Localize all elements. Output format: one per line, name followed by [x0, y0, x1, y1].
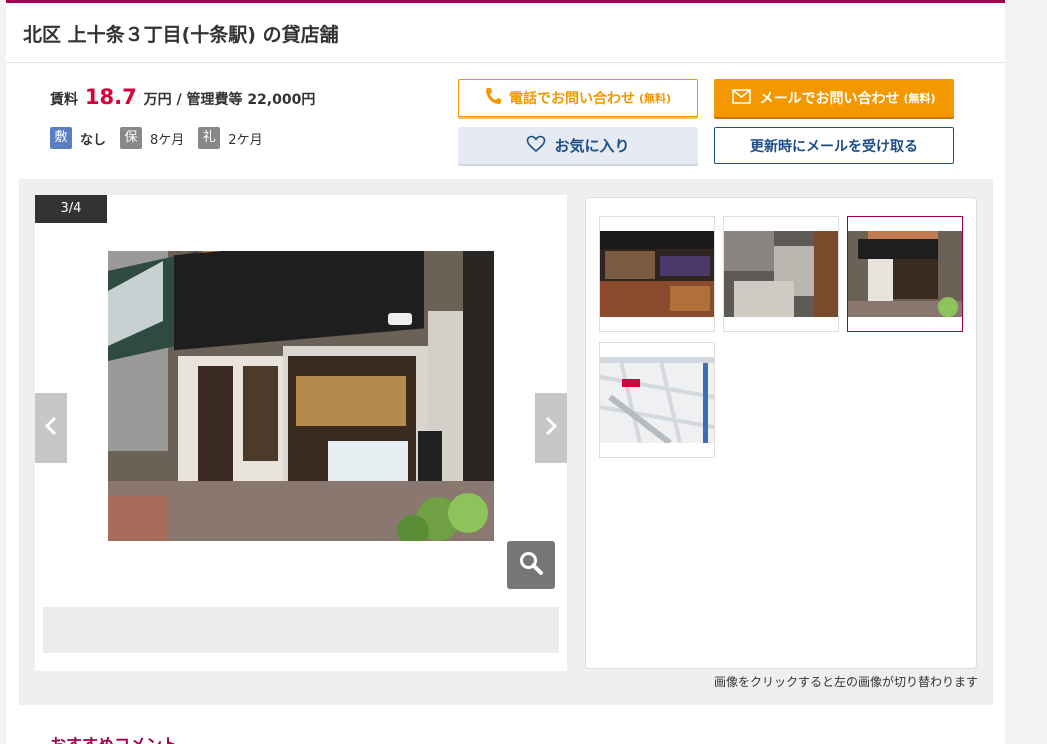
update-mail-label: 更新時にメールを受け取る [750, 138, 918, 155]
thumbnail-4-map[interactable] [599, 342, 715, 458]
rent-info: 賃料 18.7 万円 / 管理費等 22,000円 [50, 85, 315, 109]
tel-inquiry-note: (無料) [638, 92, 672, 105]
property-page: 北区 上十条３丁目(十条駅) の貸店舗 賃料 18.7 万円 / 管理費等 22… [6, 0, 1005, 744]
thumbnail-panel [585, 197, 977, 669]
main-image-panel: 3/4 [35, 195, 567, 671]
rent-label: 賃料 [50, 92, 78, 108]
chevron-left-icon [44, 416, 58, 440]
favorite-label: お気に入り [554, 137, 630, 155]
rent-price: 18.7 [84, 85, 137, 109]
heart-icon [526, 135, 554, 157]
deposit-value: なし [80, 132, 107, 148]
next-image-button[interactable] [535, 393, 567, 463]
prev-image-button[interactable] [35, 393, 67, 463]
favorite-button[interactable]: お気に入り [458, 127, 698, 164]
image-counter: 3/4 [35, 195, 107, 223]
side-strip [1005, 0, 1047, 744]
terms-row: 敷 なし 保 8ケ月 礼 2ケ月 [50, 127, 277, 149]
mail-inquiry-note: (無料) [903, 92, 936, 105]
tel-inquiry-button[interactable]: 電話でお問い合わせ (無料) [458, 79, 698, 117]
zoom-button[interactable] [507, 541, 555, 589]
thumbnail-1[interactable] [599, 216, 715, 332]
thumbnail-3[interactable] [847, 216, 963, 332]
deposit-badge: 敷 [50, 127, 72, 149]
image-caption-box [43, 607, 559, 653]
key-money-badge: 礼 [198, 127, 221, 149]
recommend-heading: おすすめコメント [50, 731, 178, 744]
key-money-value: 2ケ月 [228, 132, 263, 148]
title-bar: 北区 上十条３丁目(十条駅) の貸店舗 [6, 3, 1005, 63]
mail-icon [732, 88, 759, 108]
phone-icon [485, 87, 509, 109]
search-icon [518, 550, 544, 580]
rent-unit: 万円 / 管理費等 22,000円 [143, 92, 316, 108]
guarantee-badge: 保 [120, 127, 143, 149]
main-storefront-photo[interactable] [108, 251, 494, 541]
tel-inquiry-label: 電話でお問い合わせ [508, 91, 635, 107]
chevron-right-icon [544, 416, 558, 440]
thumbnail-hint: 画像をクリックすると左の画像が切り替わります [713, 675, 978, 689]
mail-inquiry-label: メールでお問い合わせ [759, 91, 900, 107]
update-mail-button[interactable]: 更新時にメールを受け取る [714, 127, 954, 164]
guarantee-value: 8ケ月 [150, 132, 185, 148]
page-title: 北区 上十条３丁目(十条駅) の貸店舗 [23, 24, 339, 46]
mail-inquiry-button[interactable]: メールでお問い合わせ (無料) [714, 79, 954, 117]
thumbnail-2[interactable] [723, 216, 839, 332]
gallery-area: 3/4 画像をクリックすると左の画像が切り替わります [19, 179, 993, 705]
